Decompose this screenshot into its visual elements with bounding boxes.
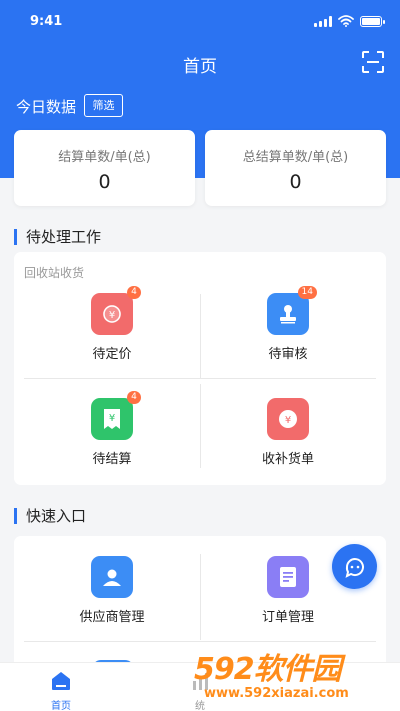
stat-label: 总结算单数/单(总)	[242, 150, 349, 165]
cellular-signal-icon	[314, 15, 332, 27]
grid-item-label: 待定价	[92, 347, 132, 362]
wifi-icon	[338, 15, 354, 27]
yen-circle-icon: ¥	[267, 398, 309, 440]
supplier-person-icon	[91, 556, 133, 598]
watermark-url: www.592xiazai.com	[204, 686, 349, 701]
status-time: 9:41	[30, 14, 63, 29]
pending-pricing-item[interactable]: ¥ 4 待定价	[24, 286, 200, 362]
today-data-label: 今日数据	[16, 98, 77, 116]
chat-icon	[345, 557, 364, 578]
scan-icon[interactable]	[362, 51, 384, 73]
chat-float-button[interactable]	[332, 544, 377, 589]
pending-settlement-item[interactable]: ¥ 4 待结算	[24, 391, 200, 467]
yen-coin-icon: ¥ 4	[91, 286, 141, 335]
stamp-icon: 14	[267, 286, 317, 335]
grid-item-label: 订单管理	[261, 610, 314, 625]
status-icons	[314, 15, 385, 27]
grid-item-label: 待审核	[268, 347, 308, 362]
stat-label: 结算单数/单(总)	[58, 150, 151, 165]
home-icon	[52, 672, 70, 690]
supplier-management-item[interactable]: 供应商管理	[24, 556, 200, 625]
status-bar: 9:41	[0, 0, 400, 44]
pending-work-title: 待处理工作	[14, 229, 101, 245]
watermark-title: 592软件园	[194, 652, 342, 687]
stat-value: 0	[98, 171, 111, 193]
yen-receipt-icon: ¥ 4	[91, 391, 141, 440]
watermark-logo: 592软件园 www.592xiazai.com	[188, 642, 400, 711]
svg-text:¥: ¥	[109, 310, 115, 321]
grid-item-label: 供应商管理	[79, 610, 145, 625]
tab-label: 首页	[51, 701, 71, 711]
restock-order-item[interactable]: ¥ 收补货单	[200, 398, 376, 467]
stat-value: 0	[289, 171, 302, 193]
count-badge: 4	[127, 391, 141, 404]
count-badge: 4	[127, 286, 141, 299]
svg-text:¥: ¥	[285, 415, 291, 426]
svg-text:¥: ¥	[109, 413, 115, 424]
tab-home[interactable]: 首页	[21, 671, 101, 711]
pending-work-panel: 回收站收货 ¥ 4 待定价 14 待审核 ¥ 4 待结算 ¥ 收补货单	[14, 252, 386, 485]
page-title: 首页	[183, 57, 217, 77]
count-badge: 14	[297, 286, 317, 299]
order-document-icon	[267, 556, 309, 598]
battery-icon	[360, 15, 385, 27]
grid-item-label: 收补货单	[261, 452, 314, 467]
filter-button[interactable]: 筛选	[84, 94, 123, 117]
total-settlement-count-card: 总结算单数/单(总) 0	[205, 130, 386, 206]
grid-item-label: 待结算	[92, 452, 132, 467]
pending-review-item[interactable]: 14 待审核	[200, 286, 376, 362]
settlement-count-card: 结算单数/单(总) 0	[14, 130, 195, 206]
quick-entry-title: 快速入口	[14, 508, 86, 524]
recycle-station-receipt-label: 回收站收货	[24, 266, 85, 280]
